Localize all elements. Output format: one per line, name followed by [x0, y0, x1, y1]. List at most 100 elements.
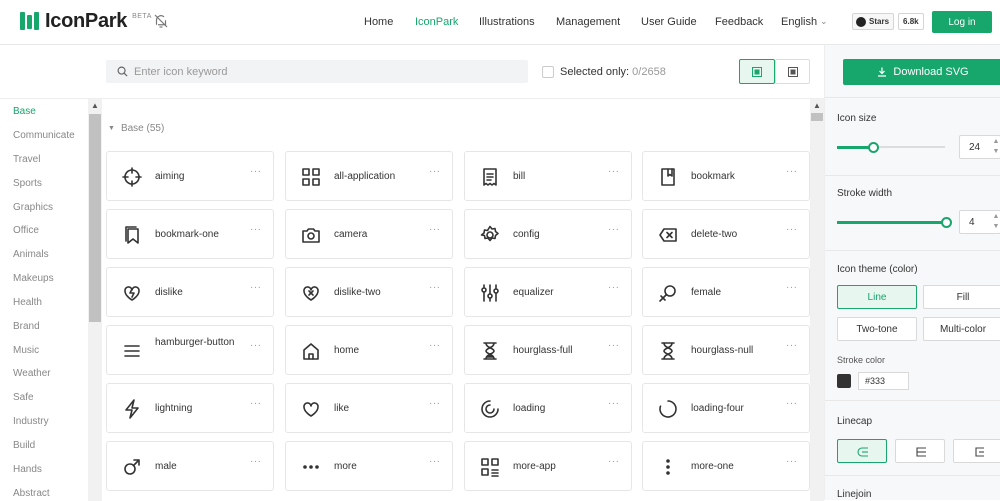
icon-card-more[interactable]: more ···	[285, 441, 453, 491]
category-health[interactable]: Health	[13, 297, 42, 308]
stroke-width-slider-handle[interactable]	[941, 217, 952, 228]
more-options-icon[interactable]: ···	[250, 456, 262, 467]
category-abstract[interactable]: Abstract	[13, 488, 50, 499]
category-safe[interactable]: Safe	[13, 392, 34, 403]
icon-card-hourglass-full[interactable]: hourglass-full ···	[464, 325, 632, 375]
icon-card-all-application[interactable]: all-application ···	[285, 151, 453, 201]
category-music[interactable]: Music	[13, 345, 39, 356]
stroke-width-input[interactable]: 4 ▲ ▼	[959, 210, 1000, 234]
icon-card-hourglass-null[interactable]: hourglass-null ···	[642, 325, 810, 375]
icon-card-dislike[interactable]: dislike ···	[106, 267, 274, 317]
more-options-icon[interactable]: ···	[429, 282, 441, 293]
more-options-icon[interactable]: ···	[786, 398, 798, 409]
more-options-icon[interactable]: ···	[608, 282, 620, 293]
step-up-icon[interactable]: ▲	[991, 138, 1000, 145]
theme-multi-color-button[interactable]: Multi-color	[923, 317, 1000, 341]
category-hands[interactable]: Hands	[13, 464, 42, 475]
category-weather[interactable]: Weather	[13, 368, 51, 379]
icon-card-loading-four[interactable]: loading-four ···	[642, 383, 810, 433]
icon-card-like[interactable]: like ···	[285, 383, 453, 433]
more-options-icon[interactable]: ···	[429, 398, 441, 409]
scroll-up-arrow-icon[interactable]: ▲	[91, 101, 99, 110]
step-up-icon[interactable]: ▲	[991, 213, 1000, 220]
icon-size-slider-handle[interactable]	[868, 142, 879, 153]
more-options-icon[interactable]: ···	[786, 166, 798, 177]
more-options-icon[interactable]: ···	[786, 282, 798, 293]
stroke-color-swatch[interactable]	[837, 374, 851, 388]
section-header-base[interactable]: ▼ Base (55)	[108, 123, 164, 134]
step-down-icon[interactable]: ▼	[991, 148, 1000, 155]
icon-card-config[interactable]: config ···	[464, 209, 632, 259]
icon-card-home[interactable]: home ···	[285, 325, 453, 375]
linecap-butt-button[interactable]	[895, 439, 945, 463]
selected-only-label[interactable]: Selected only: 0/2658	[560, 66, 666, 78]
more-options-icon[interactable]: ···	[608, 224, 620, 235]
nav-iconpark[interactable]: IconPark	[415, 16, 458, 28]
search-input[interactable]	[134, 60, 514, 83]
category-build[interactable]: Build	[13, 440, 35, 451]
icon-card-lightning[interactable]: lightning ···	[106, 383, 274, 433]
category-industry[interactable]: Industry	[13, 416, 49, 427]
icon-card-camera[interactable]: camera ···	[285, 209, 453, 259]
nav-management[interactable]: Management	[556, 16, 620, 28]
icon-size-input[interactable]: 24 ▲ ▼	[959, 135, 1000, 159]
category-brand[interactable]: Brand	[13, 321, 40, 332]
category-animals[interactable]: Animals	[13, 249, 49, 260]
more-options-icon[interactable]: ···	[429, 224, 441, 235]
more-options-icon[interactable]: ···	[786, 456, 798, 467]
language-select[interactable]: English	[781, 16, 817, 28]
icon-card-bill[interactable]: bill ···	[464, 151, 632, 201]
more-options-icon[interactable]: ···	[429, 456, 441, 467]
main-scrollbar[interactable]: ▲	[810, 99, 824, 501]
download-svg-button[interactable]: Download SVG	[843, 59, 1000, 85]
nav-illustrations[interactable]: Illustrations	[479, 16, 535, 28]
category-base[interactable]: Base	[13, 106, 36, 117]
linecap-square-button[interactable]	[953, 439, 1000, 463]
icon-card-female[interactable]: female ···	[642, 267, 810, 317]
category-office[interactable]: Office	[13, 225, 39, 236]
more-options-icon[interactable]: ···	[786, 224, 798, 235]
icon-card-more-app[interactable]: more-app ···	[464, 441, 632, 491]
category-travel[interactable]: Travel	[13, 154, 40, 165]
linecap-round-button[interactable]	[837, 439, 887, 463]
more-options-icon[interactable]: ···	[608, 398, 620, 409]
icon-card-loading[interactable]: loading ···	[464, 383, 632, 433]
icon-card-delete-two[interactable]: delete-two ···	[642, 209, 810, 259]
icon-card-aiming[interactable]: aiming ···	[106, 151, 274, 201]
icon-card-bookmark[interactable]: bookmark ···	[642, 151, 810, 201]
selected-only-checkbox[interactable]	[542, 66, 554, 78]
iconpark-logo[interactable]: IconPark BETA	[20, 10, 152, 32]
sidebar-scrollbar[interactable]: ▲	[88, 99, 102, 501]
more-options-icon[interactable]: ···	[250, 340, 262, 351]
more-options-icon[interactable]: ···	[786, 340, 798, 351]
more-options-icon[interactable]: ···	[250, 282, 262, 293]
icon-card-more-one[interactable]: more-one ···	[642, 441, 810, 491]
category-communicate[interactable]: Communicate	[13, 130, 75, 141]
more-options-icon[interactable]: ···	[429, 166, 441, 177]
more-options-icon[interactable]: ···	[250, 166, 262, 177]
icon-card-equalizer[interactable]: equalizer ···	[464, 267, 632, 317]
icon-card-male[interactable]: male ···	[106, 441, 274, 491]
icon-card-dislike-two[interactable]: dislike-two ···	[285, 267, 453, 317]
more-options-icon[interactable]: ···	[250, 224, 262, 235]
more-options-icon[interactable]: ···	[608, 456, 620, 467]
icon-card-hamburger-button[interactable]: hamburger-button ···	[106, 325, 274, 375]
view-toggle-outline[interactable]	[739, 59, 775, 84]
scroll-up-arrow-icon[interactable]: ▲	[813, 101, 821, 110]
nav-home[interactable]: Home	[364, 16, 393, 28]
theme-fill-button[interactable]: Fill	[923, 285, 1000, 309]
github-stars[interactable]: Stars 6.8k	[852, 13, 924, 30]
bell-off-icon[interactable]	[152, 12, 170, 30]
category-makeups[interactable]: Makeups	[13, 273, 54, 284]
more-options-icon[interactable]: ···	[250, 398, 262, 409]
icon-card-bookmark-one[interactable]: bookmark-one ···	[106, 209, 274, 259]
sidebar-scroll-thumb[interactable]	[89, 114, 101, 322]
stroke-color-input[interactable]: #333	[858, 372, 909, 390]
more-options-icon[interactable]: ···	[608, 166, 620, 177]
theme-two-tone-button[interactable]: Two-tone	[837, 317, 917, 341]
more-options-icon[interactable]: ···	[429, 340, 441, 351]
main-scroll-thumb[interactable]	[811, 113, 823, 121]
nav-feedback[interactable]: Feedback	[715, 16, 763, 28]
login-button[interactable]: Log in	[932, 11, 992, 33]
category-sports[interactable]: Sports	[13, 178, 42, 189]
